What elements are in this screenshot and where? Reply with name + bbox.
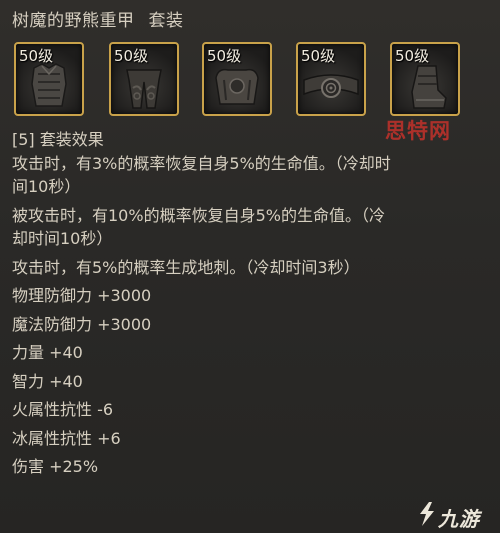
slot-level: 50级: [114, 47, 149, 65]
stat-line: 火属性抗性 -6: [12, 400, 114, 419]
stat-line: 力量 +40: [12, 343, 83, 362]
set-piece-slot[interactable]: 50级: [390, 42, 460, 116]
item-tooltip: 树魔的野熊重甲 套装 50级 50级 50级 50级 50级 思特网 [5] 套…: [0, 0, 500, 533]
set-description: [5] 套装效果 攻击时，有3%的概率恢复自身5%的生命值。（冷却时 间10秒）…: [12, 128, 482, 479]
set-piece-slot[interactable]: 50级: [202, 42, 272, 116]
item-name: 树魔的野熊重甲: [12, 11, 135, 31]
slot-level: 50级: [19, 47, 54, 65]
slot-level: 50级: [395, 47, 430, 65]
set-piece-slot[interactable]: 50级: [296, 42, 366, 116]
brand-watermark: 九游: [414, 500, 498, 531]
brand-watermark-text: 九游: [438, 507, 480, 531]
set-effect-line: 被攻击时，有10%的概率恢复自身5%的生命值。（冷: [12, 205, 385, 225]
set-effect-line: 却时间10秒）: [12, 229, 113, 248]
set-tag: 套装: [148, 11, 184, 31]
stat-line: 物理防御力 +3000: [12, 286, 152, 305]
jiuyou-logo-icon: [420, 502, 434, 526]
set-effect-line: 攻击时，有5%的概率生成地刺。（冷却时间3秒）: [12, 257, 360, 277]
set-piece-slot[interactable]: 50级: [14, 42, 84, 116]
slot-level: 50级: [207, 47, 242, 65]
set-effect-line: 攻击时，有3%的概率恢复自身5%的生命值。（冷却时: [12, 153, 391, 173]
stat-line: 冰属性抗性 +6: [12, 428, 121, 448]
set-effect-line: 间10秒）: [12, 177, 81, 196]
tooltip-title: 树魔的野熊重甲 套装: [12, 6, 184, 31]
stat-line: 魔法防御力 +3000: [12, 314, 152, 334]
set-piece-slot[interactable]: 50级: [109, 42, 179, 116]
set-pieces: 50级 50级 50级 50级 50级: [14, 42, 484, 122]
set-effect-header: [5] 套装效果: [12, 130, 104, 149]
stat-line: 伤害 +25%: [12, 457, 99, 476]
slot-level: 50级: [301, 47, 336, 65]
stat-line: 智力 +40: [12, 371, 83, 391]
